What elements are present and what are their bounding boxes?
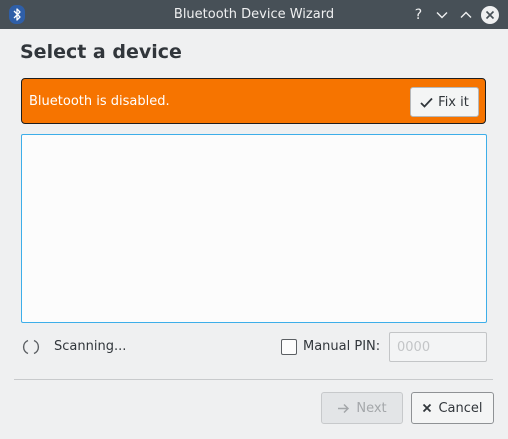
chevron-down-icon <box>436 11 447 18</box>
manual-pin-input[interactable] <box>389 332 487 362</box>
device-list[interactable] <box>21 134 487 323</box>
next-button[interactable]: Next <box>321 392 403 424</box>
help-button[interactable]: ? <box>408 4 429 25</box>
help-icon: ? <box>414 6 423 23</box>
page-title: Select a device <box>20 41 182 63</box>
chevron-up-icon <box>460 11 471 18</box>
bluetooth-disabled-banner: Bluetooth is disabled. Fix it <box>21 78 486 124</box>
title-bar[interactable]: Bluetooth Device Wizard ? <box>0 0 508 29</box>
check-icon <box>420 97 433 108</box>
next-label: Next <box>356 400 387 416</box>
arrow-right-icon <box>338 403 350 413</box>
manual-pin-label[interactable]: Manual PIN: <box>303 338 380 356</box>
bluetooth-wizard-window: Bluetooth Device Wizard ? Select a devic… <box>0 0 508 439</box>
close-icon <box>485 10 494 19</box>
minimize-button[interactable] <box>431 4 452 25</box>
banner-message: Bluetooth is disabled. <box>29 94 170 109</box>
cancel-button[interactable]: Cancel <box>411 392 494 424</box>
close-button[interactable] <box>479 4 500 25</box>
footer-separator <box>14 379 493 380</box>
fix-it-label: Fix it <box>438 94 469 110</box>
maximize-button[interactable] <box>455 4 476 25</box>
manual-pin-checkbox[interactable] <box>281 339 297 355</box>
spinner-icon <box>22 339 40 355</box>
close-icon <box>423 403 432 413</box>
scanning-status: Scanning... <box>54 339 127 354</box>
fix-it-button[interactable]: Fix it <box>410 87 479 117</box>
cancel-label: Cancel <box>438 400 483 416</box>
